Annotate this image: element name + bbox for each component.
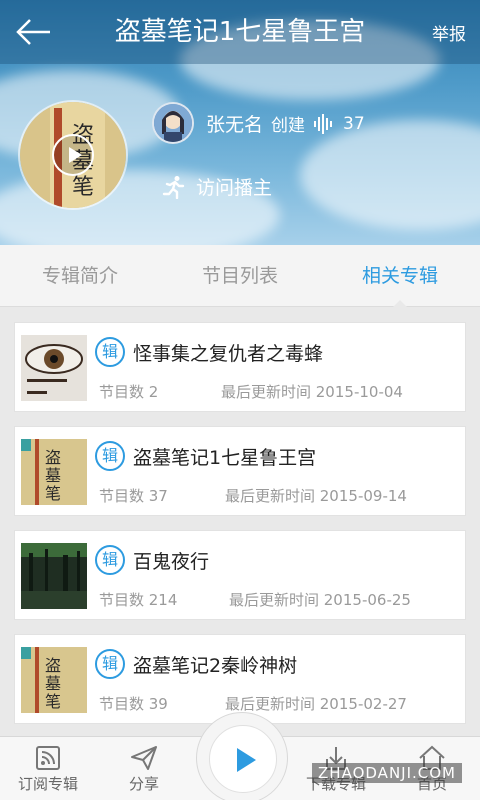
album-badge: 辑 (95, 545, 125, 575)
watermark: ZHAODANJI.COM (312, 763, 462, 783)
forest-cover-image (21, 543, 87, 609)
paper-plane-icon (131, 746, 157, 770)
global-play-button[interactable] (196, 712, 288, 800)
visit-host-label: 访问播主 (196, 177, 273, 199)
album-badge: 辑 (95, 337, 125, 367)
list-item[interactable]: 辑 怪事集之复仇者之毒蜂 节目数 2 最后更新时间 2015-10-04 (14, 322, 466, 412)
program-count: 节目数 2 (99, 383, 159, 401)
visit-host-button[interactable]: 访问播主 (162, 173, 272, 200)
page-title: 盗墓笔记1七星鲁王宫 (114, 17, 366, 47)
eye-cover-image (21, 335, 87, 401)
album-thumbnail (21, 543, 87, 609)
audio-wave-icon (314, 113, 333, 134)
creator-info: 张无名 创建 37 (206, 110, 365, 137)
svg-text:笔: 笔 (45, 692, 61, 711)
share-button[interactable]: 分享 (96, 737, 192, 800)
tab-album-intro[interactable]: 专辑简介 (0, 245, 160, 306)
program-count: 节目数 214 (99, 591, 178, 609)
running-person-icon (162, 175, 185, 199)
last-updated: 最后更新时间 2015-02-27 (225, 695, 407, 713)
svg-text:笔: 笔 (72, 175, 94, 200)
list-item[interactable]: 盗 墓 笔 辑 盗墓笔记1七星鲁王宫 节目数 37 最后更新时间 2015-09… (14, 426, 466, 516)
album-thumbnail: 盗 墓 笔 (21, 439, 87, 505)
rss-icon (36, 746, 60, 770)
album-title: 百鬼夜行 (133, 551, 210, 573)
creator-action: 创建 (271, 116, 306, 136)
back-arrow-icon (16, 19, 50, 45)
program-count: 节目数 37 (99, 487, 168, 505)
back-button[interactable] (14, 16, 54, 48)
album-title: 盗墓笔记1七星鲁王宫 (133, 447, 317, 469)
album-thumbnail: 盗 墓 笔 (21, 647, 87, 713)
album-title: 怪事集之复仇者之毒蜂 (133, 343, 324, 365)
play-count: 37 (343, 113, 365, 134)
album-hero: 盗墓笔记1七星鲁王宫 举报 盗 墓 笔 张无名 创建 37 访问播主 (0, 0, 480, 245)
album-thumbnail (21, 335, 87, 401)
play-icon (69, 147, 82, 163)
last-updated: 最后更新时间 2015-10-04 (221, 383, 403, 401)
play-icon (237, 748, 256, 772)
svg-text:笔: 笔 (45, 484, 61, 503)
cover-play-button[interactable] (52, 134, 94, 176)
book-cover-image: 盗 墓 笔 (21, 439, 87, 505)
play-button-inner (209, 725, 277, 793)
avatar-image (154, 104, 192, 142)
last-updated: 最后更新时间 2015-09-14 (225, 487, 407, 505)
last-updated: 最后更新时间 2015-06-25 (229, 591, 411, 609)
album-tabs: 专辑简介 节目列表 相关专辑 (0, 245, 480, 307)
list-item[interactable]: 辑 百鬼夜行 节目数 214 最后更新时间 2015-06-25 (14, 530, 466, 620)
subscribe-label: 订阅专辑 (17, 775, 78, 793)
subscribe-album-button[interactable]: 订阅专辑 (0, 737, 96, 800)
svg-text:盗: 盗 (45, 448, 61, 467)
album-badge: 辑 (95, 441, 125, 471)
tab-program-list[interactable]: 节目列表 (160, 245, 320, 306)
creator-avatar[interactable] (152, 102, 194, 144)
program-count: 节目数 39 (99, 695, 168, 713)
creator-name[interactable]: 张无名 (206, 110, 263, 137)
album-badge: 辑 (95, 649, 125, 679)
share-label: 分享 (128, 775, 159, 793)
top-bar: 盗墓笔记1七星鲁王宫 举报 (0, 0, 480, 64)
svg-text:盗: 盗 (45, 656, 61, 675)
svg-text:墓: 墓 (45, 466, 61, 485)
tab-related-albums[interactable]: 相关专辑 (320, 245, 480, 307)
book-cover-image: 盗 墓 笔 (21, 647, 87, 713)
list-item[interactable]: 盗 墓 笔 辑 盗墓笔记2秦岭神树 节目数 39 最后更新时间 2015-02-… (14, 634, 466, 724)
report-button[interactable]: 举报 (432, 20, 466, 45)
svg-text:墓: 墓 (45, 674, 61, 693)
album-title: 盗墓笔记2秦岭神树 (133, 655, 298, 677)
